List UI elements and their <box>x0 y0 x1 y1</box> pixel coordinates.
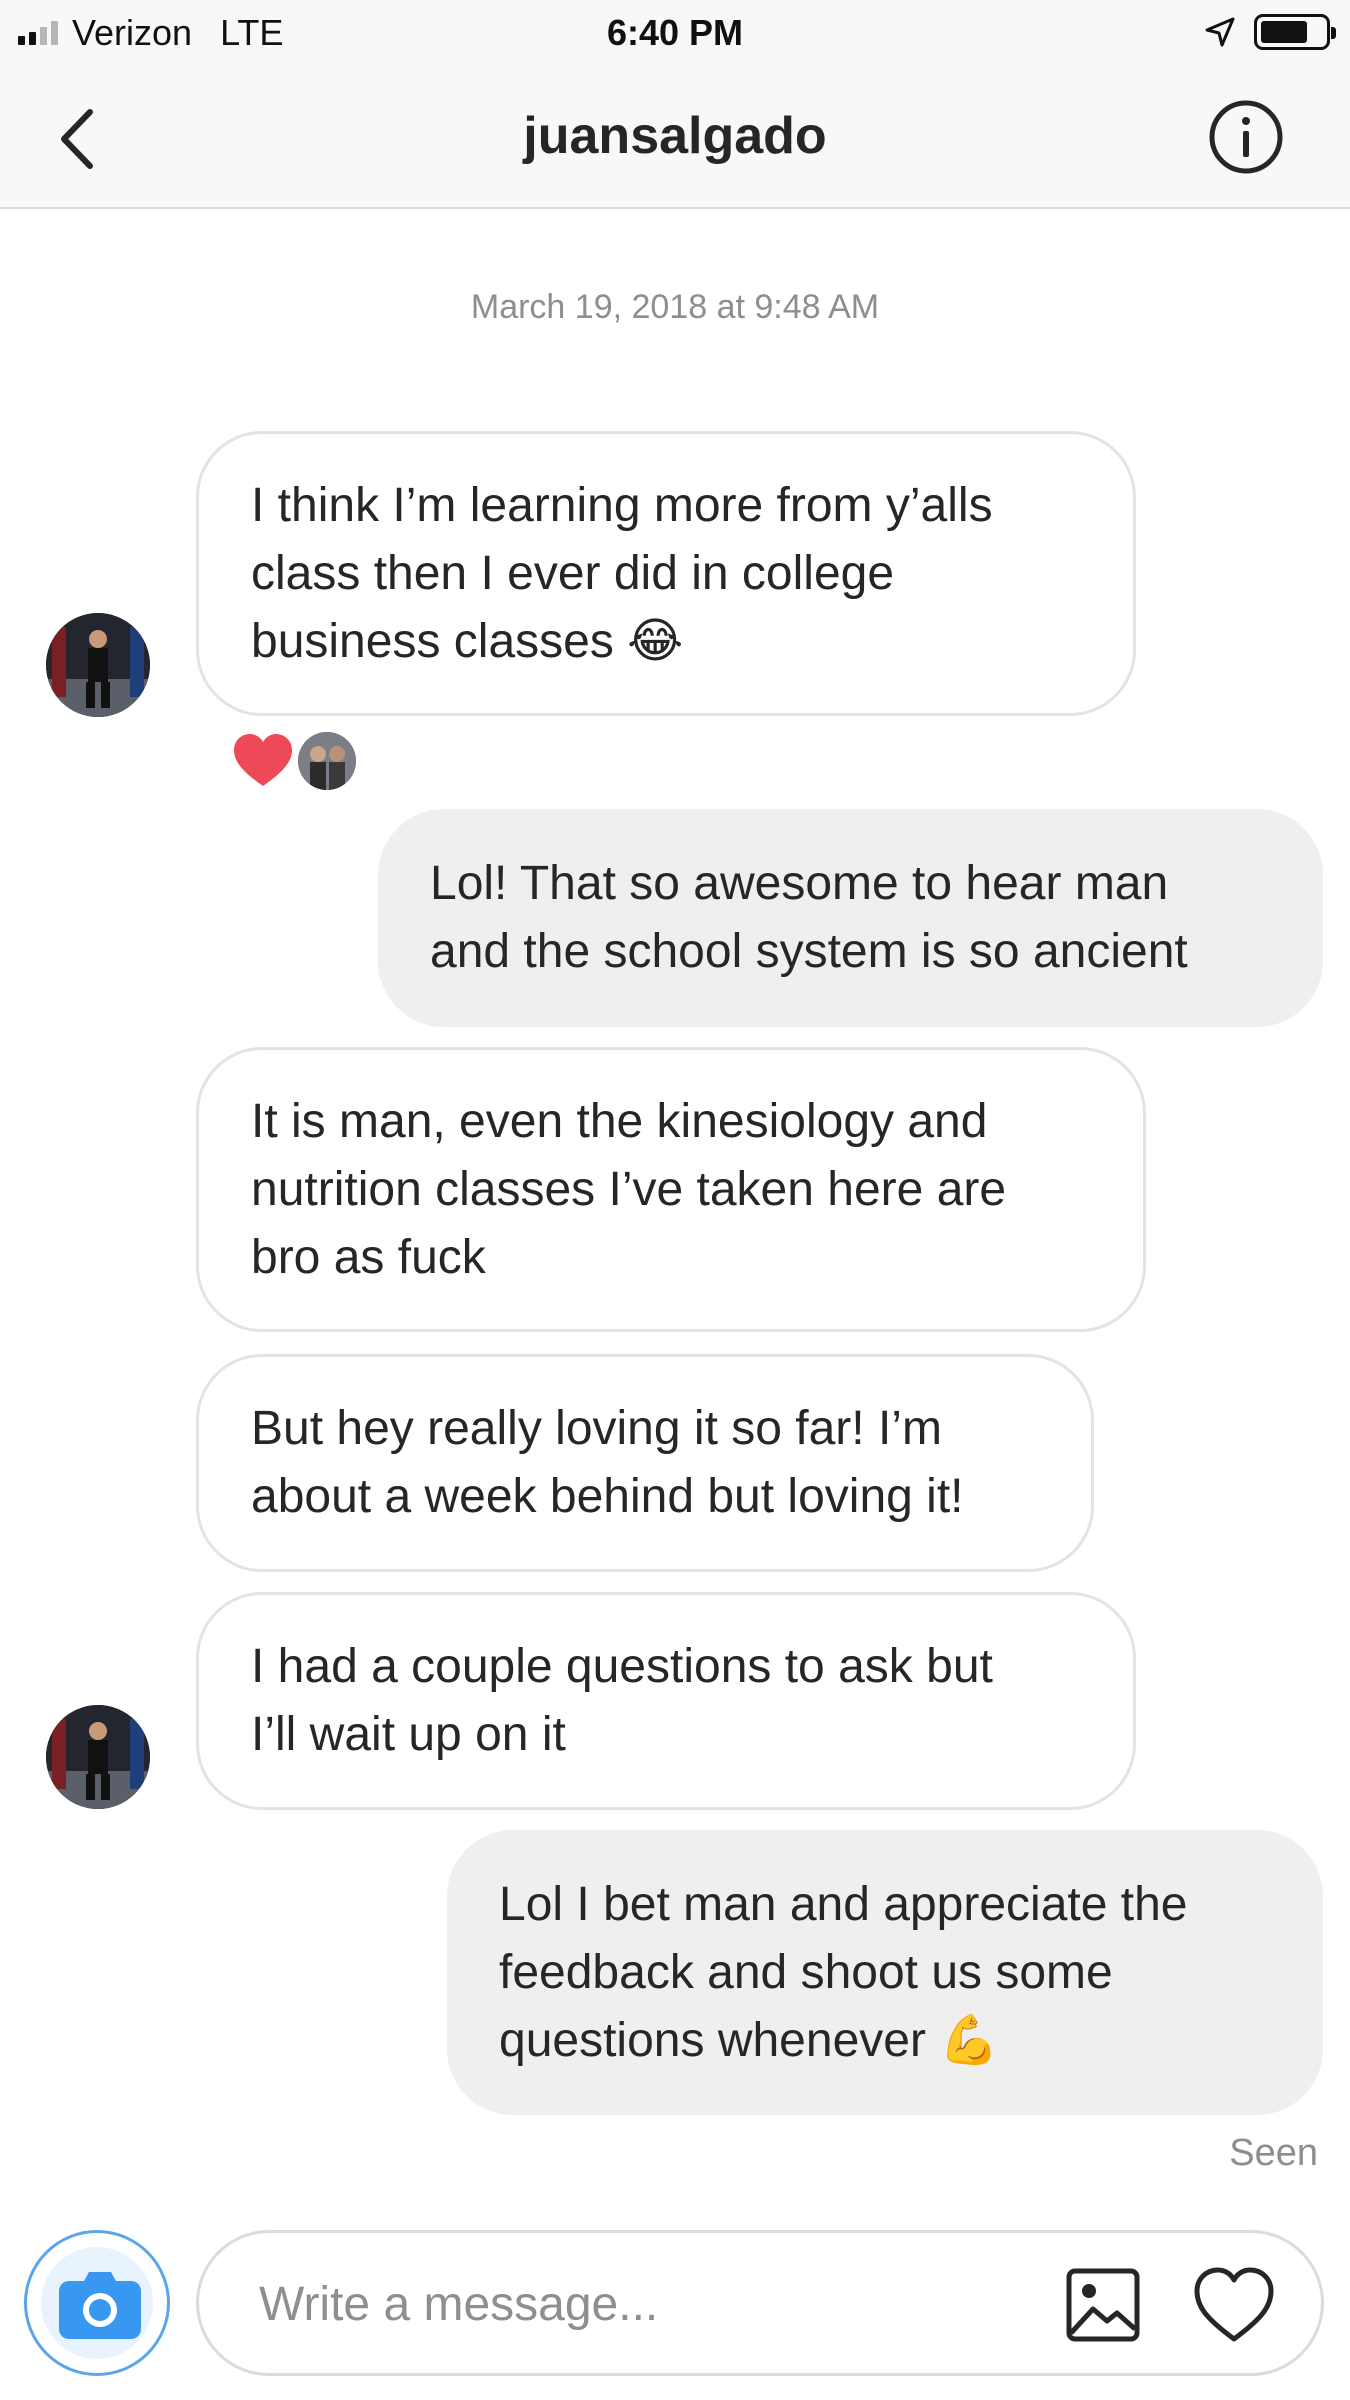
incoming-message-bubble[interactable]: But hey really loving it so far! I’m abo… <box>196 1354 1094 1572</box>
avatar-photo-icon <box>46 613 150 717</box>
location-arrow-icon <box>1205 17 1235 47</box>
battery-icon <box>1254 14 1336 50</box>
message-input[interactable] <box>259 2269 1019 2339</box>
outgoing-message-bubble[interactable]: Lol I bet man and appreciate the feedbac… <box>447 1830 1323 2115</box>
message-text: But hey really loving it so far! I’m abo… <box>251 1402 964 1523</box>
direct-message-screen: Verizon LTE 6:40 PM juansalgado March 19… <box>0 0 1350 2400</box>
reactor-avatar <box>298 732 356 790</box>
conversation-header: juansalgado <box>0 66 1350 209</box>
image-gallery-icon[interactable] <box>1065 2267 1141 2343</box>
outgoing-message-bubble[interactable]: Lol! That so awesome to hear man and the… <box>378 809 1323 1027</box>
status-bar: Verizon LTE 6:40 PM <box>0 0 1350 66</box>
message-reactions[interactable] <box>232 732 356 790</box>
thread-timestamp: March 19, 2018 at 9:48 AM <box>470 288 880 326</box>
heart-icon <box>234 734 292 786</box>
incoming-message-bubble[interactable]: It is man, even the kinesiology and nutr… <box>196 1047 1146 1332</box>
message-text: I think I’m learning more from y’alls cl… <box>251 478 993 668</box>
incoming-message-bubble[interactable]: I think I’m learning more from y’alls cl… <box>196 431 1136 716</box>
avatar-photo-icon <box>46 1705 150 1809</box>
reactor-photo-icon <box>298 732 356 790</box>
message-composer <box>196 2230 1324 2376</box>
message-text: Lol! That so awesome to hear man and the… <box>430 857 1188 978</box>
info-icon[interactable] <box>1208 99 1284 175</box>
conversation-title[interactable]: juansalgado <box>0 106 1350 166</box>
message-text: It is man, even the kinesiology and nutr… <box>251 1094 1007 1284</box>
status-time: 6:40 PM <box>606 12 744 53</box>
camera-button[interactable] <box>24 2230 170 2376</box>
message-text: Lol I bet man and appreciate the feedbac… <box>499 1877 1188 2067</box>
status-right <box>1204 14 1336 50</box>
message-text: I had a couple questions to ask but I’ll… <box>251 1640 993 1761</box>
incoming-message-bubble[interactable]: I had a couple questions to ask but I’ll… <box>196 1592 1136 1810</box>
seen-indicator: Seen <box>1229 2132 1318 2174</box>
sender-avatar[interactable] <box>46 613 150 717</box>
camera-icon <box>59 2272 141 2339</box>
heart-outline-icon[interactable] <box>1193 2265 1275 2345</box>
sender-avatar[interactable] <box>46 1705 150 1809</box>
